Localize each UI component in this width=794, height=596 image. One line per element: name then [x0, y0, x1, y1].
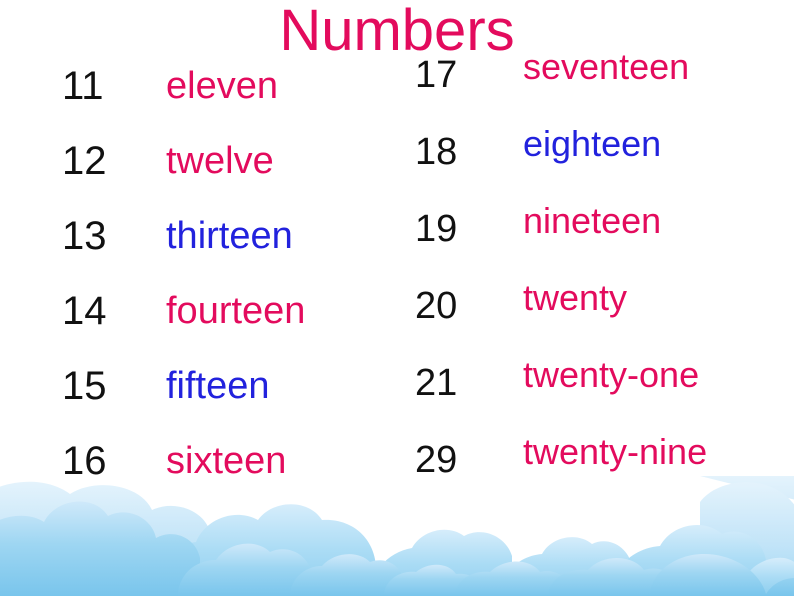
number-row: 17 seventeen	[415, 49, 794, 133]
number-digit: 19	[415, 208, 458, 250]
number-row: 20 twenty	[415, 280, 794, 364]
number-word: nineteen	[523, 200, 662, 241]
numbers-column-right: 17 seventeen 18 eighteen 19 nineteen 20 twenty 2…	[415, 49, 794, 518]
number-word: eleven	[166, 65, 278, 107]
number-digit: 17	[415, 54, 458, 96]
number-row: 15 fifteen	[62, 366, 412, 441]
number-word: twenty	[523, 277, 628, 318]
number-row: 16 sixteen	[62, 441, 412, 516]
number-digit: 20	[415, 285, 458, 327]
number-row: 11 eleven	[62, 66, 412, 141]
number-word: twenty-nine	[523, 431, 708, 472]
number-row: 12 twelve	[62, 141, 412, 216]
number-word: sixteen	[166, 440, 287, 482]
number-word: thirteen	[166, 215, 293, 257]
number-word: fourteen	[166, 290, 306, 332]
number-digit: 15	[62, 364, 107, 408]
numbers-column-left: 11 eleven 12 twelve 13 thirteen 14 fourteen 15 fi…	[62, 66, 412, 516]
number-word: twenty-one	[523, 354, 700, 395]
cloud-layer-middle	[150, 504, 794, 596]
number-digit: 29	[415, 439, 458, 481]
number-digit: 11	[62, 64, 104, 108]
number-row: 19 nineteen	[415, 203, 794, 287]
number-digit: 14	[62, 289, 107, 333]
number-digit: 16	[62, 439, 107, 483]
number-digit: 13	[62, 214, 107, 258]
number-digit: 21	[415, 362, 458, 404]
number-word: seventeen	[523, 46, 690, 87]
number-digit: 18	[415, 131, 458, 173]
number-row: 29 twenty-nine	[415, 434, 794, 518]
slide-canvas: Numbers 11 eleven 12 twelve 13 thirteen 14 four…	[0, 0, 794, 596]
number-word: eighteen	[523, 123, 662, 164]
number-row: 18 eighteen	[415, 126, 794, 210]
number-row: 21 twenty-one	[415, 357, 794, 441]
number-word: twelve	[166, 140, 274, 182]
number-digit: 12	[62, 139, 107, 183]
number-word: fifteen	[166, 365, 270, 407]
number-row: 14 fourteen	[62, 291, 412, 366]
number-row: 13 thirteen	[62, 216, 412, 291]
